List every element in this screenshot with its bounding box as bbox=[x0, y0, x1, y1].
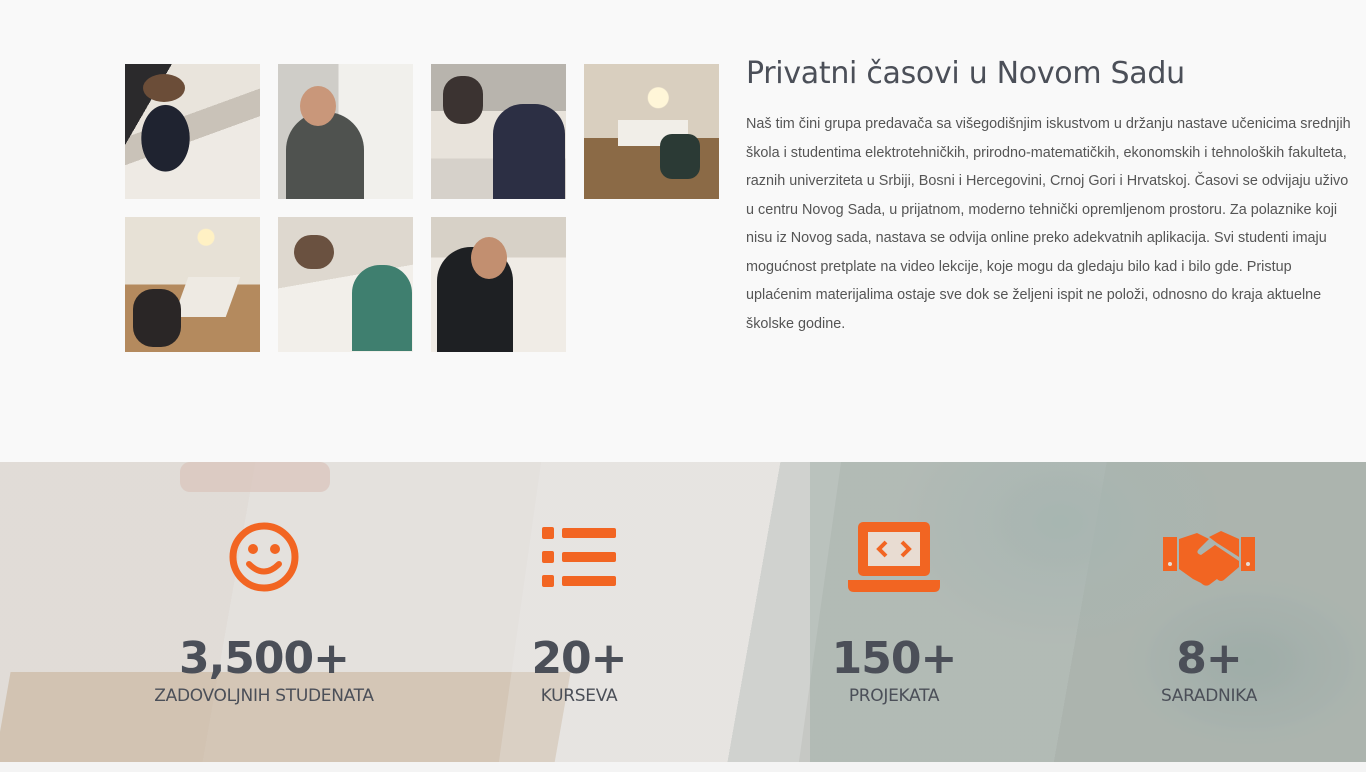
stat-value: 20+ bbox=[531, 633, 627, 684]
section-title: Privatni časovi u Novom Sadu bbox=[746, 56, 1185, 91]
stat-value: 8+ bbox=[1176, 633, 1242, 684]
page-bottom-divider bbox=[0, 762, 1366, 772]
stat-label: PROJEKATA bbox=[848, 686, 940, 706]
about-section: Privatni časovi u Novom Sadu Naš tim čin… bbox=[0, 0, 1366, 462]
handshake-icon bbox=[1059, 517, 1359, 597]
gallery-photo-6[interactable] bbox=[278, 217, 413, 352]
gallery-photo-4[interactable] bbox=[584, 64, 719, 199]
smiley-icon bbox=[114, 517, 414, 597]
stat-projects: 150+ PROJEKATA bbox=[744, 517, 1044, 707]
list-icon bbox=[429, 517, 729, 597]
stat-label: SARADNIKA bbox=[1160, 686, 1258, 706]
stat-value: 150+ bbox=[831, 633, 958, 684]
stat-label: KURSEVA bbox=[540, 686, 618, 706]
gallery-photo-5[interactable] bbox=[125, 217, 260, 352]
gallery-photo-2[interactable] bbox=[278, 64, 413, 199]
gallery-photo-1[interactable] bbox=[125, 64, 260, 199]
gallery-photo-7[interactable] bbox=[431, 217, 566, 352]
stat-students: 3,500+ ZADOVOLJNIH STUDENATA bbox=[114, 517, 414, 707]
stat-value: 3,500+ bbox=[178, 633, 350, 684]
laptop-code-icon bbox=[744, 517, 1044, 597]
gallery-photo-3[interactable] bbox=[431, 64, 566, 199]
stat-courses: 20+ KURSEVA bbox=[429, 517, 729, 707]
stat-label: ZADOVOLJNIH STUDENATA bbox=[154, 686, 374, 706]
stat-partners: 8+ SARADNIKA bbox=[1059, 517, 1359, 707]
about-content: Privatni časovi u Novom Sadu Naš tim čin… bbox=[746, 56, 1356, 338]
section-body: Naš tim čini grupa predavača sa višegodi… bbox=[746, 116, 1351, 332]
stats-section: 3,500+ ZADOVOLJNIH STUDENATA 20+ KURSEVA bbox=[0, 462, 1366, 762]
